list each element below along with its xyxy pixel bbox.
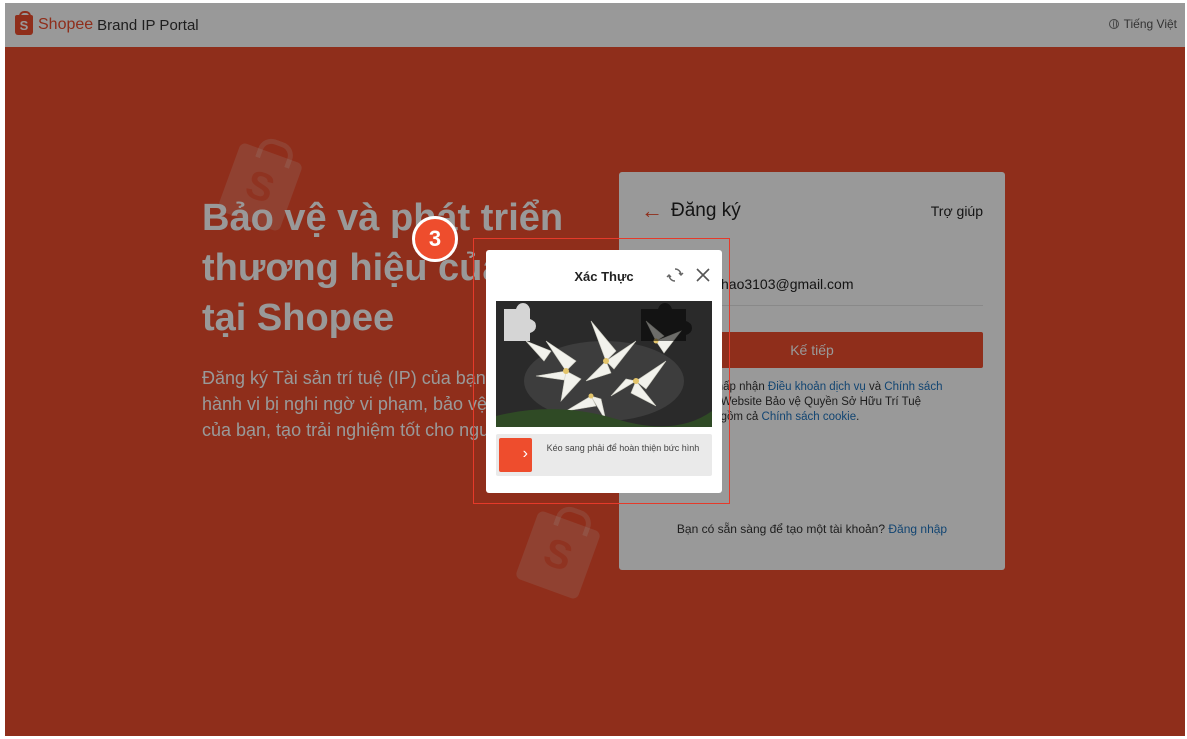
step-number-badge: 3	[412, 216, 458, 262]
browser-page: S Shopee Brand IP Portal Tiếng Việt S S …	[5, 3, 1185, 736]
annotation-highlight-box	[473, 238, 730, 504]
